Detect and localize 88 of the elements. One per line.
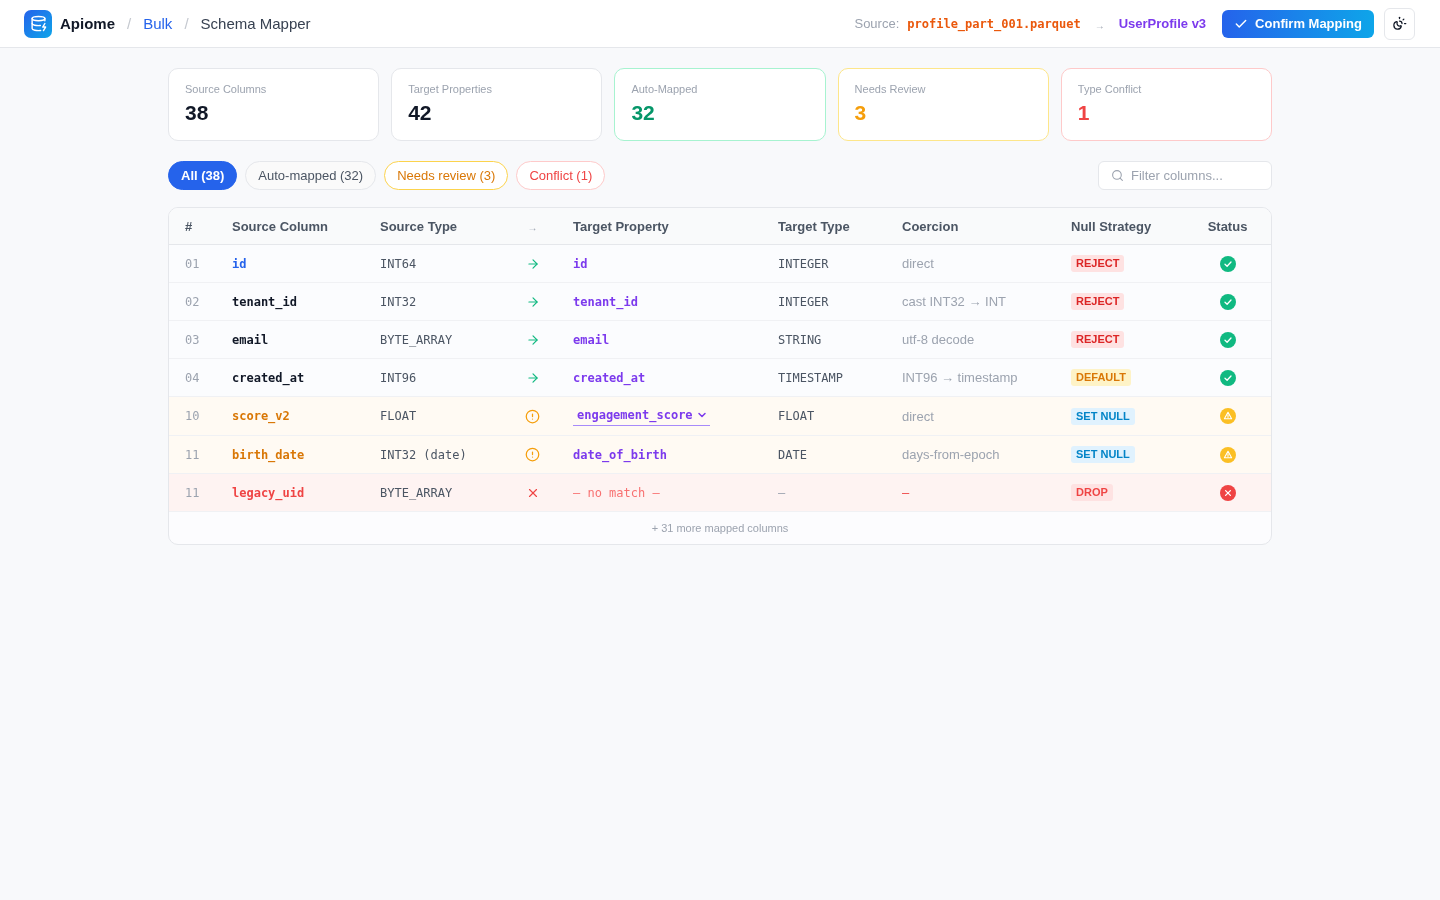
source-type: BYTE_ARRAY	[380, 332, 453, 347]
column-header: Source Column	[232, 218, 329, 234]
breadcrumb-separator: /	[127, 15, 132, 32]
null-strategy-badge: REJECT	[1071, 331, 1125, 348]
app-name: Apiome	[60, 15, 115, 32]
target-type: DATE	[778, 447, 807, 462]
confirm-mapping-button[interactable]: Confirm Mapping	[1222, 9, 1374, 38]
column-header: Target Type	[778, 218, 850, 234]
column-header: #	[185, 218, 193, 234]
coercion-text: –	[902, 485, 910, 500]
source-column-name: score_v2	[232, 409, 290, 423]
source-column-name: tenant_id	[232, 294, 298, 309]
sun-moon-icon	[1392, 16, 1407, 31]
coercion-text: direct	[902, 408, 934, 424]
source-type: INT32	[380, 294, 417, 309]
source-column-name: id	[232, 256, 247, 271]
target-type: INTEGER	[778, 256, 829, 271]
stat-label: Target Properties	[408, 82, 492, 96]
row-number: 11	[185, 447, 200, 462]
coercion-text: INT96 → timestamp	[902, 370, 1018, 385]
column-header: Target Property	[572, 218, 669, 234]
no-match-text: — no match —	[573, 485, 660, 500]
stat-value: 42	[408, 101, 432, 125]
search-icon	[1111, 169, 1124, 182]
source-file-name: profile_part_001.parquet	[907, 16, 1081, 31]
stat-value: 3	[854, 101, 867, 125]
null-strategy-badge: SET NULL	[1071, 446, 1135, 463]
source-column-name: birth_date	[232, 447, 305, 462]
column-header: Coercion	[902, 218, 959, 234]
source-type: INT32 (date)	[380, 447, 467, 462]
stat-value: 32	[631, 101, 655, 125]
coercion-text: days-from-epoch	[902, 447, 1000, 462]
source-type: INT96	[380, 370, 417, 385]
target-type: FLOAT	[778, 409, 815, 423]
target-property: created_at	[573, 370, 646, 385]
target-property: date_of_birth	[573, 447, 667, 462]
database-icon	[24, 9, 52, 38]
source-label: Source:	[854, 16, 900, 31]
target-schema-name: UserProfile v3	[1118, 16, 1207, 31]
theme-toggle-button[interactable]	[1384, 7, 1415, 40]
column-header: Null Strategy	[1071, 218, 1152, 234]
filter-chip[interactable]: All (38)	[168, 161, 238, 190]
column-header: Status	[1207, 218, 1248, 234]
filter-chip[interactable]: Auto-mapped (32)	[245, 161, 377, 190]
target-type: STRING	[778, 332, 822, 347]
target-type: TIMESTAMP	[778, 370, 844, 385]
stat-label: Needs Review	[854, 82, 926, 96]
target-property: email	[573, 332, 610, 347]
row-number: 02	[185, 294, 200, 309]
row-number: 03	[185, 332, 200, 347]
null-strategy-badge: DEFAULT	[1071, 369, 1131, 386]
coercion-text: utf-8 decode	[902, 332, 975, 347]
null-strategy-badge: DROP	[1071, 484, 1113, 501]
row-number: 10	[185, 409, 200, 423]
target-type: –	[778, 485, 786, 500]
page-title: Schema Mapper	[200, 15, 311, 32]
mapping-arrow: →	[1094, 19, 1105, 31]
target-property-select[interactable]: engagement_score	[573, 406, 710, 426]
stat-label: Auto-Mapped	[631, 82, 698, 96]
stat-label: Source Columns	[185, 82, 267, 96]
column-header: Source Type	[380, 218, 458, 234]
filter-chip[interactable]: Needs review (3)	[384, 161, 509, 190]
null-strategy-badge: REJECT	[1071, 293, 1125, 310]
coercion-text: direct	[902, 256, 934, 271]
stat-value: 38	[185, 101, 209, 125]
target-type: INTEGER	[778, 294, 829, 309]
target-property: id	[573, 256, 588, 271]
row-number: 11	[185, 485, 200, 500]
breadcrumb-link[interactable]: Bulk	[143, 15, 173, 32]
source-column-name: created_at	[232, 370, 305, 385]
source-type: INT64	[380, 256, 417, 271]
source-column-name: legacy_uid	[232, 485, 305, 500]
breadcrumb-separator: /	[184, 15, 189, 32]
stat-label: Type Conflict	[1077, 82, 1142, 96]
source-type: BYTE_ARRAY	[380, 485, 453, 500]
filter-chip[interactable]: Conflict (1)	[516, 161, 606, 190]
search-field[interactable]: Filter columns...	[1098, 161, 1272, 190]
coercion-text: cast INT32 → INT	[902, 294, 1007, 309]
null-strategy-badge: REJECT	[1071, 255, 1125, 272]
more-columns-note: + 31 more mapped columns	[651, 522, 789, 534]
null-strategy-badge: SET NULL	[1071, 407, 1135, 425]
row-number: 04	[185, 370, 200, 385]
source-type: FLOAT	[380, 409, 417, 423]
row-number: 01	[185, 256, 200, 271]
target-property: tenant_id	[573, 294, 639, 309]
column-header: →	[527, 222, 538, 233]
stat-value: 1	[1077, 101, 1090, 125]
source-column-name: email	[232, 332, 269, 347]
